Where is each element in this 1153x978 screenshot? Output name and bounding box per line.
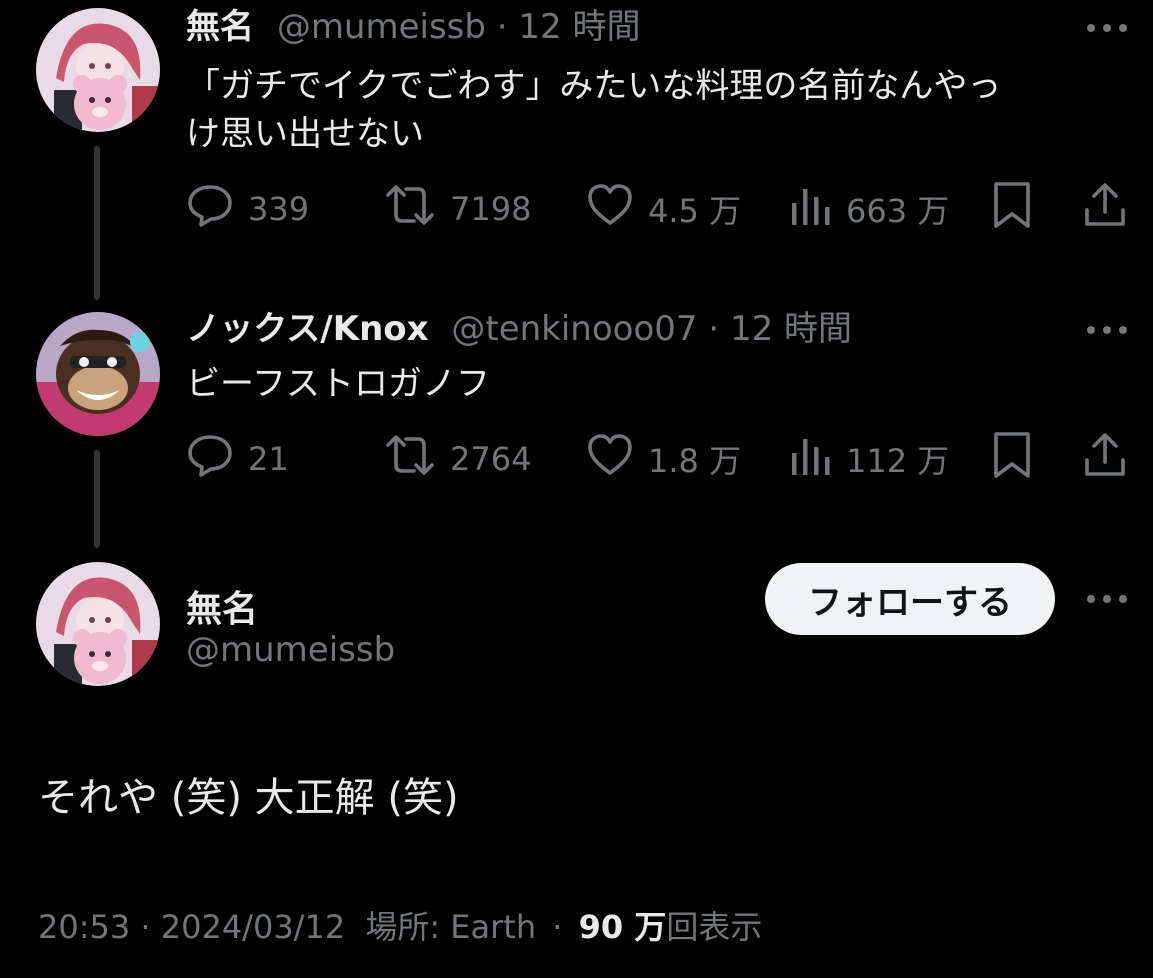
repost-count: 2764	[450, 440, 532, 478]
post-text: それや (笑) 大正解 (笑)	[38, 775, 459, 821]
views-button[interactable]: 112 万	[788, 434, 949, 484]
share-button[interactable]	[1082, 183, 1128, 234]
tweet-text-line: 「ガチでイクでごわす」みたいな料理の名前なんやっ	[186, 66, 1002, 106]
timestamp[interactable]: 12 時間	[730, 309, 852, 349]
display-name[interactable]: 無名	[186, 7, 254, 47]
views-count: 112 万	[846, 442, 950, 480]
action-bar: 339 7198 4.5 万 663 万	[186, 182, 1132, 234]
post-location: 場所: Earth	[365, 908, 537, 946]
separator: ·	[552, 908, 563, 946]
tweet-text: 「ガチでイクでごわす」みたいな料理の名前なんやっ け思い出せない	[186, 62, 1126, 158]
display-name[interactable]: 無名	[186, 580, 258, 632]
more-icon[interactable]	[1087, 593, 1127, 605]
reply-icon	[186, 431, 234, 487]
user-handle[interactable]: @mumeissb	[277, 7, 486, 47]
share-icon	[1082, 180, 1128, 238]
separator: ·	[708, 309, 720, 349]
avatar[interactable]	[36, 8, 160, 132]
like-button[interactable]: 1.8 万	[586, 434, 741, 484]
avatar[interactable]	[36, 312, 160, 436]
post-timestamp[interactable]: 20:53 · 2024/03/12	[38, 908, 345, 946]
repost-count: 7198	[450, 190, 532, 228]
bookmark-button[interactable]	[990, 432, 1034, 484]
display-name[interactable]: ノックス/Knox	[186, 309, 429, 349]
user-handle[interactable]: @mumeissb	[186, 630, 395, 670]
views-label: 回表示	[666, 908, 763, 946]
thread-connector-line	[94, 146, 100, 300]
share-button[interactable]	[1082, 433, 1128, 484]
reply-count: 21	[248, 440, 289, 478]
tweet-header: 無名 @mumeissb · 12 時間	[186, 10, 641, 44]
tweet-header: ノックス/Knox @tenkinooo07 · 12 時間	[186, 312, 852, 346]
avatar[interactable]	[36, 562, 160, 686]
like-button[interactable]: 4.5 万	[586, 184, 741, 234]
action-bar: 21 2764 1.8 万 112 万	[186, 432, 1132, 484]
more-icon[interactable]	[1087, 324, 1127, 336]
like-icon	[586, 431, 634, 487]
reply-button[interactable]: 21	[186, 434, 289, 484]
post-meta: 20:53 · 2024/03/12 場所: Earth · 90 万回表示	[38, 902, 762, 948]
repost-icon	[384, 181, 436, 237]
follow-button[interactable]: フォローする	[765, 563, 1055, 635]
views-icon	[788, 431, 832, 487]
more-icon[interactable]	[1087, 22, 1127, 34]
tweet-text: ビーフストロガノフ	[186, 360, 1126, 408]
like-icon	[586, 181, 634, 237]
tweet-text-line: け思い出せない	[186, 114, 424, 154]
like-count: 1.8 万	[648, 442, 742, 480]
views-count: 90 万	[578, 908, 667, 946]
views-button[interactable]: 663 万	[788, 184, 949, 234]
repost-icon	[384, 431, 436, 487]
thread-connector-line	[94, 450, 100, 548]
like-count: 4.5 万	[648, 192, 742, 230]
repost-button[interactable]: 2764	[384, 434, 531, 484]
share-icon	[1082, 430, 1128, 488]
repost-button[interactable]: 7198	[384, 184, 531, 234]
reply-button[interactable]: 339	[186, 184, 309, 234]
separator: ·	[496, 7, 508, 47]
bookmark-icon	[990, 430, 1034, 488]
user-handle[interactable]: @tenkinooo07	[451, 309, 697, 349]
reply-count: 339	[248, 190, 310, 228]
views-icon	[788, 181, 832, 237]
views-count: 663 万	[846, 192, 950, 230]
bookmark-icon	[990, 180, 1034, 238]
bookmark-button[interactable]	[990, 182, 1034, 234]
timestamp[interactable]: 12 時間	[518, 7, 640, 47]
reply-icon	[186, 181, 234, 237]
tweet-text-line: ビーフストロガノフ	[186, 364, 490, 404]
